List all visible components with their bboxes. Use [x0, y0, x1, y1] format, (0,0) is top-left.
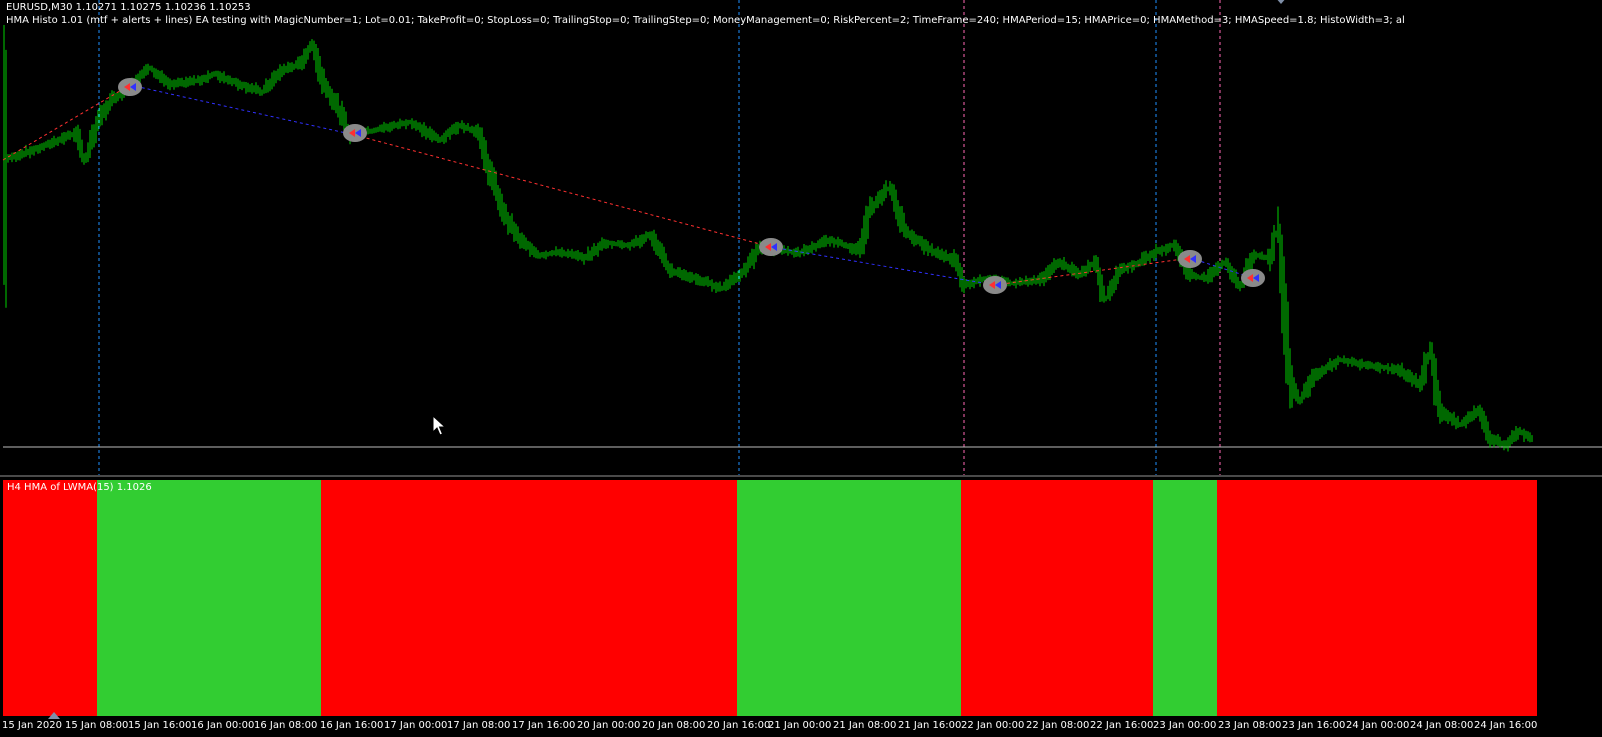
time-axis-label: 16 Jan 08:00 [254, 720, 318, 731]
time-axis-label: 23 Jan 08:00 [1218, 720, 1282, 731]
time-axis-label: 16 Jan 16:00 [320, 720, 384, 731]
time-axis-label: 21 Jan 00:00 [768, 720, 832, 731]
time-axis-label: 22 Jan 08:00 [1026, 720, 1090, 731]
indicator-subwindow[interactable]: H4 HMA of LWMA(15) 1.1026 [0, 478, 1602, 716]
main-price-chart[interactable]: EURUSD,M30 1.10271 1.10275 1.10236 1.102… [0, 0, 1602, 478]
histo-block-down [961, 480, 1153, 716]
time-axis-label: 20 Jan 08:00 [642, 720, 706, 731]
trade-arrow-icon [343, 124, 367, 142]
trade-line-sell [2, 84, 131, 161]
time-axis-label: 17 Jan 08:00 [447, 720, 511, 731]
time-axis-label: 24 Jan 08:00 [1410, 720, 1474, 731]
mouse-pointer-icon [432, 415, 446, 436]
trade-line-sell [354, 134, 772, 248]
hma-histogram[interactable] [0, 478, 1602, 716]
time-axis-label: 15 Jan 2020 [2, 720, 62, 731]
time-axis-label: 23 Jan 00:00 [1153, 720, 1217, 731]
chart-shift-triangle-icon[interactable] [1275, 0, 1287, 5]
price-bars [3, 25, 1533, 452]
time-axis-label: 21 Jan 08:00 [833, 720, 897, 731]
ea-comment: HMA Histo 1.01 (mtf + alerts + lines) EA… [6, 15, 1405, 26]
histo-block-up [737, 480, 961, 716]
indicator-header: H4 HMA of LWMA(15) 1.1026 [7, 482, 152, 493]
time-axis-label: 17 Jan 00:00 [384, 720, 448, 731]
time-axis-label: 15 Jan 08:00 [65, 720, 129, 731]
chart-terminal[interactable]: EURUSD,M30 1.10271 1.10275 1.10236 1.102… [0, 0, 1602, 737]
time-axis-label: 22 Jan 16:00 [1090, 720, 1154, 731]
time-axis-label: 15 Jan 16:00 [128, 720, 192, 731]
trade-arrow-icon [1178, 250, 1202, 268]
symbol-header: EURUSD,M30 1.10271 1.10275 1.10236 1.102… [6, 2, 251, 13]
time-axis-label: 21 Jan 16:00 [898, 720, 962, 731]
time-axis-label: 24 Jan 00:00 [1346, 720, 1410, 731]
trade-arrow-icon [983, 276, 1007, 294]
trade-line-buy [770, 246, 996, 286]
time-axis-label: 20 Jan 16:00 [707, 720, 771, 731]
time-axis-label: 17 Jan 16:00 [512, 720, 576, 731]
time-axis-label: 24 Jan 16:00 [1474, 720, 1538, 731]
histo-block-down [321, 480, 737, 716]
price-chart-canvas[interactable] [0, 0, 1602, 478]
histo-block-down [1217, 480, 1537, 716]
histo-block-down [3, 480, 97, 716]
time-axis: 15 Jan 2020 15 Jan 08:00 15 Jan 16:00 16 Ja… [0, 718, 1602, 737]
trade-arrow-icon [759, 238, 783, 256]
trade-arrow-icon [1241, 269, 1265, 287]
first-bar-triangle-icon [48, 712, 60, 719]
histo-block-up [1153, 480, 1217, 716]
time-axis-label: 16 Jan 00:00 [191, 720, 255, 731]
time-axis-label: 23 Jan 16:00 [1282, 720, 1346, 731]
histo-block-up [97, 480, 321, 716]
trade-line-buy [129, 84, 356, 136]
time-axis-label: 20 Jan 00:00 [577, 720, 641, 731]
time-axis-label: 22 Jan 00:00 [961, 720, 1025, 731]
trade-arrow-icon [118, 78, 142, 96]
